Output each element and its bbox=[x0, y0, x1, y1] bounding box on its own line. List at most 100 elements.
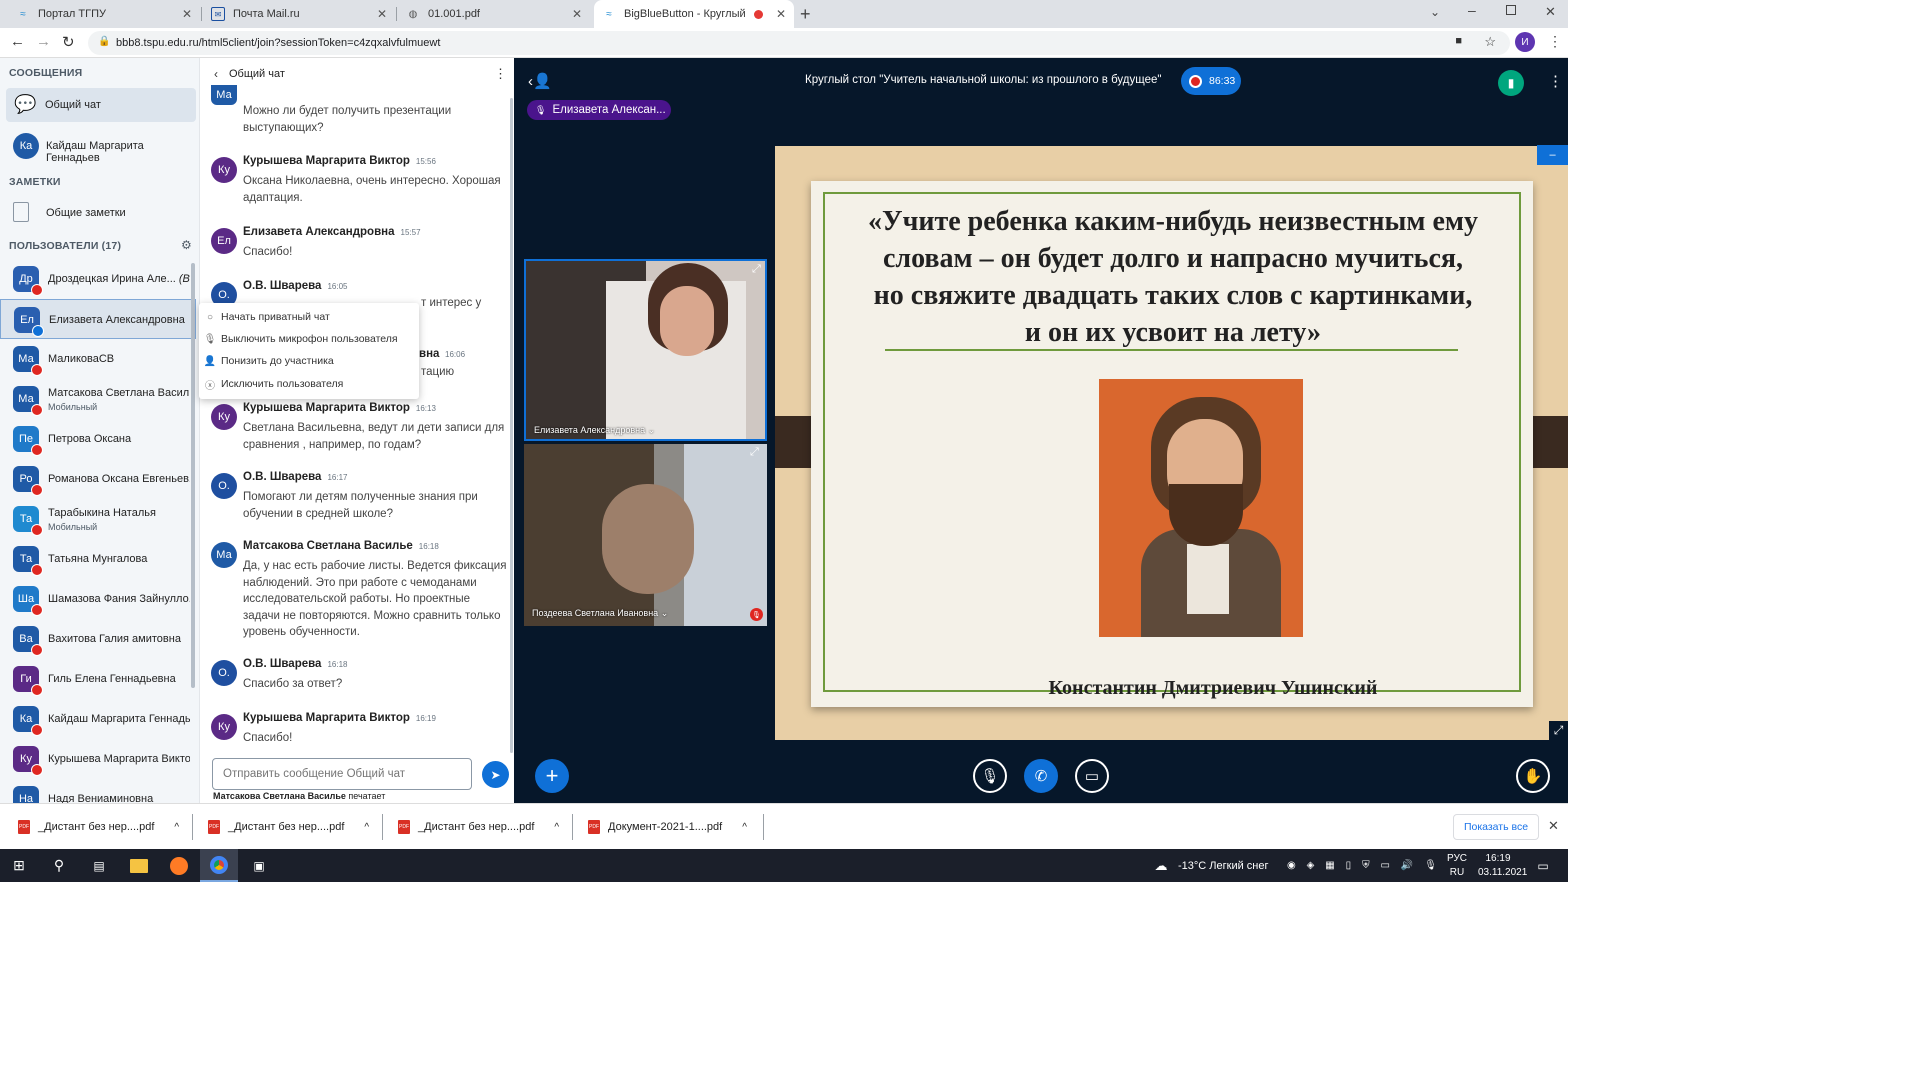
options-icon[interactable]: ⋮ bbox=[1548, 72, 1563, 90]
menu-dots-icon[interactable]: ⋮ bbox=[1548, 33, 1562, 50]
chevron-left-icon[interactable]: ‹ bbox=[214, 67, 218, 81]
close-icon[interactable]: ✕ bbox=[182, 7, 192, 21]
user-list-item[interactable]: Ка Кайдаш Маргарита Геннадь... bbox=[0, 699, 196, 739]
download-item[interactable]: PDF _Дистант без нер....pdf ^ bbox=[18, 804, 179, 850]
user-list-item[interactable]: Та Татьяна Мунгалова bbox=[0, 539, 196, 579]
share-webcam-button[interactable]: ▭ bbox=[1075, 759, 1109, 793]
avatar: О. bbox=[211, 660, 237, 686]
mute-user-item[interactable]: 🎙 Выключить микрофон пользователя bbox=[199, 328, 419, 350]
tray-icon[interactable]: ◈ bbox=[1307, 860, 1315, 871]
webcam-tile[interactable]: ⤢ Поздеева Светлана Ивановна ⌄ 🎙 bbox=[524, 444, 767, 626]
network-icon[interactable]: ▭ bbox=[1381, 860, 1390, 871]
leave-audio-button[interactable]: ✆ bbox=[1024, 759, 1058, 793]
user-list-item[interactable]: На Надя Вениаминовна bbox=[0, 779, 196, 803]
fullscreen-icon[interactable]: ⤢ bbox=[752, 263, 761, 276]
task-view-icon[interactable]: ▤ bbox=[80, 849, 118, 882]
download-item[interactable]: PDF Документ-2021-1....pdf ^ bbox=[588, 804, 747, 850]
user-list-item[interactable]: Ва Вахитова Галия амитовна bbox=[0, 619, 196, 659]
tray-icon[interactable]: ◉ bbox=[1287, 860, 1296, 871]
star-icon[interactable]: ☆ bbox=[1484, 34, 1496, 50]
back-icon[interactable]: ← bbox=[10, 33, 25, 50]
shared-notes-item[interactable]: Общие заметки bbox=[0, 198, 196, 228]
user-list-item[interactable]: Пе Петрова Оксана bbox=[0, 419, 196, 459]
chevron-up-icon[interactable]: ^ bbox=[554, 822, 559, 833]
recording-indicator[interactable]: 86:33 bbox=[1181, 67, 1241, 95]
public-chat-item[interactable]: 💬 Общий чат bbox=[6, 88, 196, 122]
user-list-item[interactable]: Та Тарабыкина Наталья Мобильный bbox=[0, 499, 196, 539]
private-chat-item[interactable]: Ка Кайдаш Маргарита Геннадьев bbox=[0, 128, 196, 164]
mic-off-icon: 🎙 bbox=[980, 768, 1000, 785]
close-download-bar-icon[interactable]: ✕ bbox=[1548, 818, 1559, 834]
weather-text[interactable]: -13°C Легкий снег bbox=[1178, 849, 1269, 882]
language-indicator[interactable]: РУС RU bbox=[1447, 852, 1467, 880]
chevron-up-icon[interactable]: ^ bbox=[742, 822, 747, 833]
user-list-scrollbar[interactable] bbox=[191, 263, 195, 688]
user-list-item[interactable]: Ги Гиль Елена Геннадьевна bbox=[0, 659, 196, 699]
actions-button[interactable]: + bbox=[535, 759, 569, 793]
language-layout: RU bbox=[1449, 867, 1465, 878]
minimize-icon[interactable]: – bbox=[1468, 2, 1476, 18]
chrome-icon[interactable] bbox=[200, 849, 238, 882]
chevron-down-icon[interactable]: ⌄ bbox=[1430, 5, 1440, 19]
connection-status-icon[interactable]: ▮ bbox=[1498, 70, 1524, 96]
mute-button[interactable]: 🎙 bbox=[973, 759, 1007, 793]
battery-icon[interactable]: ▯ bbox=[1346, 860, 1352, 871]
chat-options-icon[interactable]: ⋮ bbox=[494, 66, 507, 82]
tab-mail[interactable]: ✉ Почта Mail.ru ✕ bbox=[203, 0, 395, 28]
chevron-up-icon[interactable]: ^ bbox=[174, 822, 179, 833]
search-icon[interactable]: ⚲ bbox=[40, 849, 78, 882]
file-explorer-icon[interactable] bbox=[120, 849, 158, 882]
tray-icon[interactable]: ▦ bbox=[1325, 860, 1334, 871]
raise-hand-button[interactable]: ✋ bbox=[1516, 759, 1550, 793]
fullscreen-icon[interactable]: ⤢ bbox=[1549, 721, 1568, 740]
start-private-chat-item[interactable]: ○ Начать приватный чат bbox=[199, 306, 419, 328]
shield-icon[interactable]: ⛨ bbox=[1362, 860, 1370, 871]
user-list-item[interactable]: Ма МаликоваСВ bbox=[0, 339, 196, 379]
app-icon[interactable]: ▣ bbox=[240, 849, 278, 882]
tab-portal[interactable]: ≈ Портал ТГПУ ✕ bbox=[8, 0, 200, 28]
user-list-item[interactable]: Ма Матсакова Светлана Васил... Мобильный bbox=[0, 379, 196, 419]
webcam-tile[interactable]: ⤢ Елизавета Александровна ⌄ bbox=[524, 259, 767, 441]
talking-indicator[interactable]: 🎙 Елизавета Алексан... bbox=[527, 100, 671, 120]
user-list-item[interactable]: Ро Романова Оксана Евгеньев... bbox=[0, 459, 196, 499]
demote-user-item[interactable]: 👤 Понизить до участника bbox=[199, 350, 419, 372]
minimize-presentation-button[interactable]: – bbox=[1537, 145, 1568, 165]
windows-start-icon[interactable]: ⊞ bbox=[0, 849, 38, 882]
close-icon[interactable]: ✕ bbox=[776, 7, 786, 21]
forward-icon[interactable]: → bbox=[36, 33, 51, 50]
send-button[interactable]: ➤ bbox=[482, 761, 509, 788]
volume-icon[interactable]: 🔊 bbox=[1401, 860, 1413, 871]
toggle-userlist-icon[interactable]: ‹👤 bbox=[528, 72, 552, 90]
firefox-icon[interactable] bbox=[160, 849, 198, 882]
mic-icon[interactable]: 🎙 bbox=[1424, 860, 1437, 871]
reload-icon[interactable]: ↻ bbox=[62, 33, 75, 51]
chevron-up-icon[interactable]: ^ bbox=[364, 822, 369, 833]
new-tab-icon[interactable]: + bbox=[800, 4, 811, 25]
close-icon[interactable]: ✕ bbox=[572, 7, 582, 21]
maximize-icon[interactable] bbox=[1506, 5, 1516, 15]
chat-scrollbar[interactable] bbox=[510, 98, 513, 753]
camera-blocked-icon[interactable]: ■ bbox=[1455, 35, 1462, 47]
user-list-item[interactable]: Ку Курышева Маргарита Виктор bbox=[0, 739, 196, 779]
download-item[interactable]: PDF _Дистант без нер....pdf ^ bbox=[208, 804, 369, 850]
profile-avatar[interactable]: И bbox=[1515, 32, 1535, 52]
tab-bigbluebutton[interactable]: ≈ BigBlueButton - Круглый сто ✕ bbox=[594, 0, 794, 28]
gear-icon[interactable]: ⚙ bbox=[181, 238, 192, 252]
fullscreen-icon[interactable]: ⤢ bbox=[750, 446, 759, 459]
close-window-icon[interactable]: ✕ bbox=[1545, 4, 1556, 20]
user-list-item[interactable]: Ел Елизавета Александровна bbox=[0, 299, 196, 339]
show-all-downloads-button[interactable]: Показать все bbox=[1453, 814, 1539, 840]
chat-message-input[interactable] bbox=[212, 758, 472, 790]
notes-section-title: ЗАМЕТКИ bbox=[9, 176, 61, 188]
download-item[interactable]: PDF _Дистант без нер....pdf ^ bbox=[398, 804, 559, 850]
system-tray[interactable]: ◉ ◈ ▦ ▯ ⛨ ▭ 🔊 🎙 bbox=[1287, 849, 1437, 882]
address-bar[interactable]: 🔒 bbb8.tspu.edu.ru/html5client/join?sess… bbox=[88, 31, 1510, 55]
tab-pdf[interactable]: ◍ 01.001.pdf ✕ bbox=[398, 0, 590, 28]
weather-icon[interactable]: ☁ bbox=[1150, 849, 1172, 882]
notifications-icon[interactable]: ▭ bbox=[1530, 849, 1556, 882]
user-list-item[interactable]: Ша Шамазова Фания Зайнулло... bbox=[0, 579, 196, 619]
user-list-item[interactable]: Др Дроздецкая Ирина Але...(Вы) bbox=[0, 259, 196, 299]
close-icon[interactable]: ✕ bbox=[377, 7, 387, 21]
clock[interactable]: 16:19 03.11.2021 bbox=[1478, 852, 1527, 880]
remove-user-item[interactable]: ⓧ Исключить пользователя bbox=[199, 373, 419, 395]
